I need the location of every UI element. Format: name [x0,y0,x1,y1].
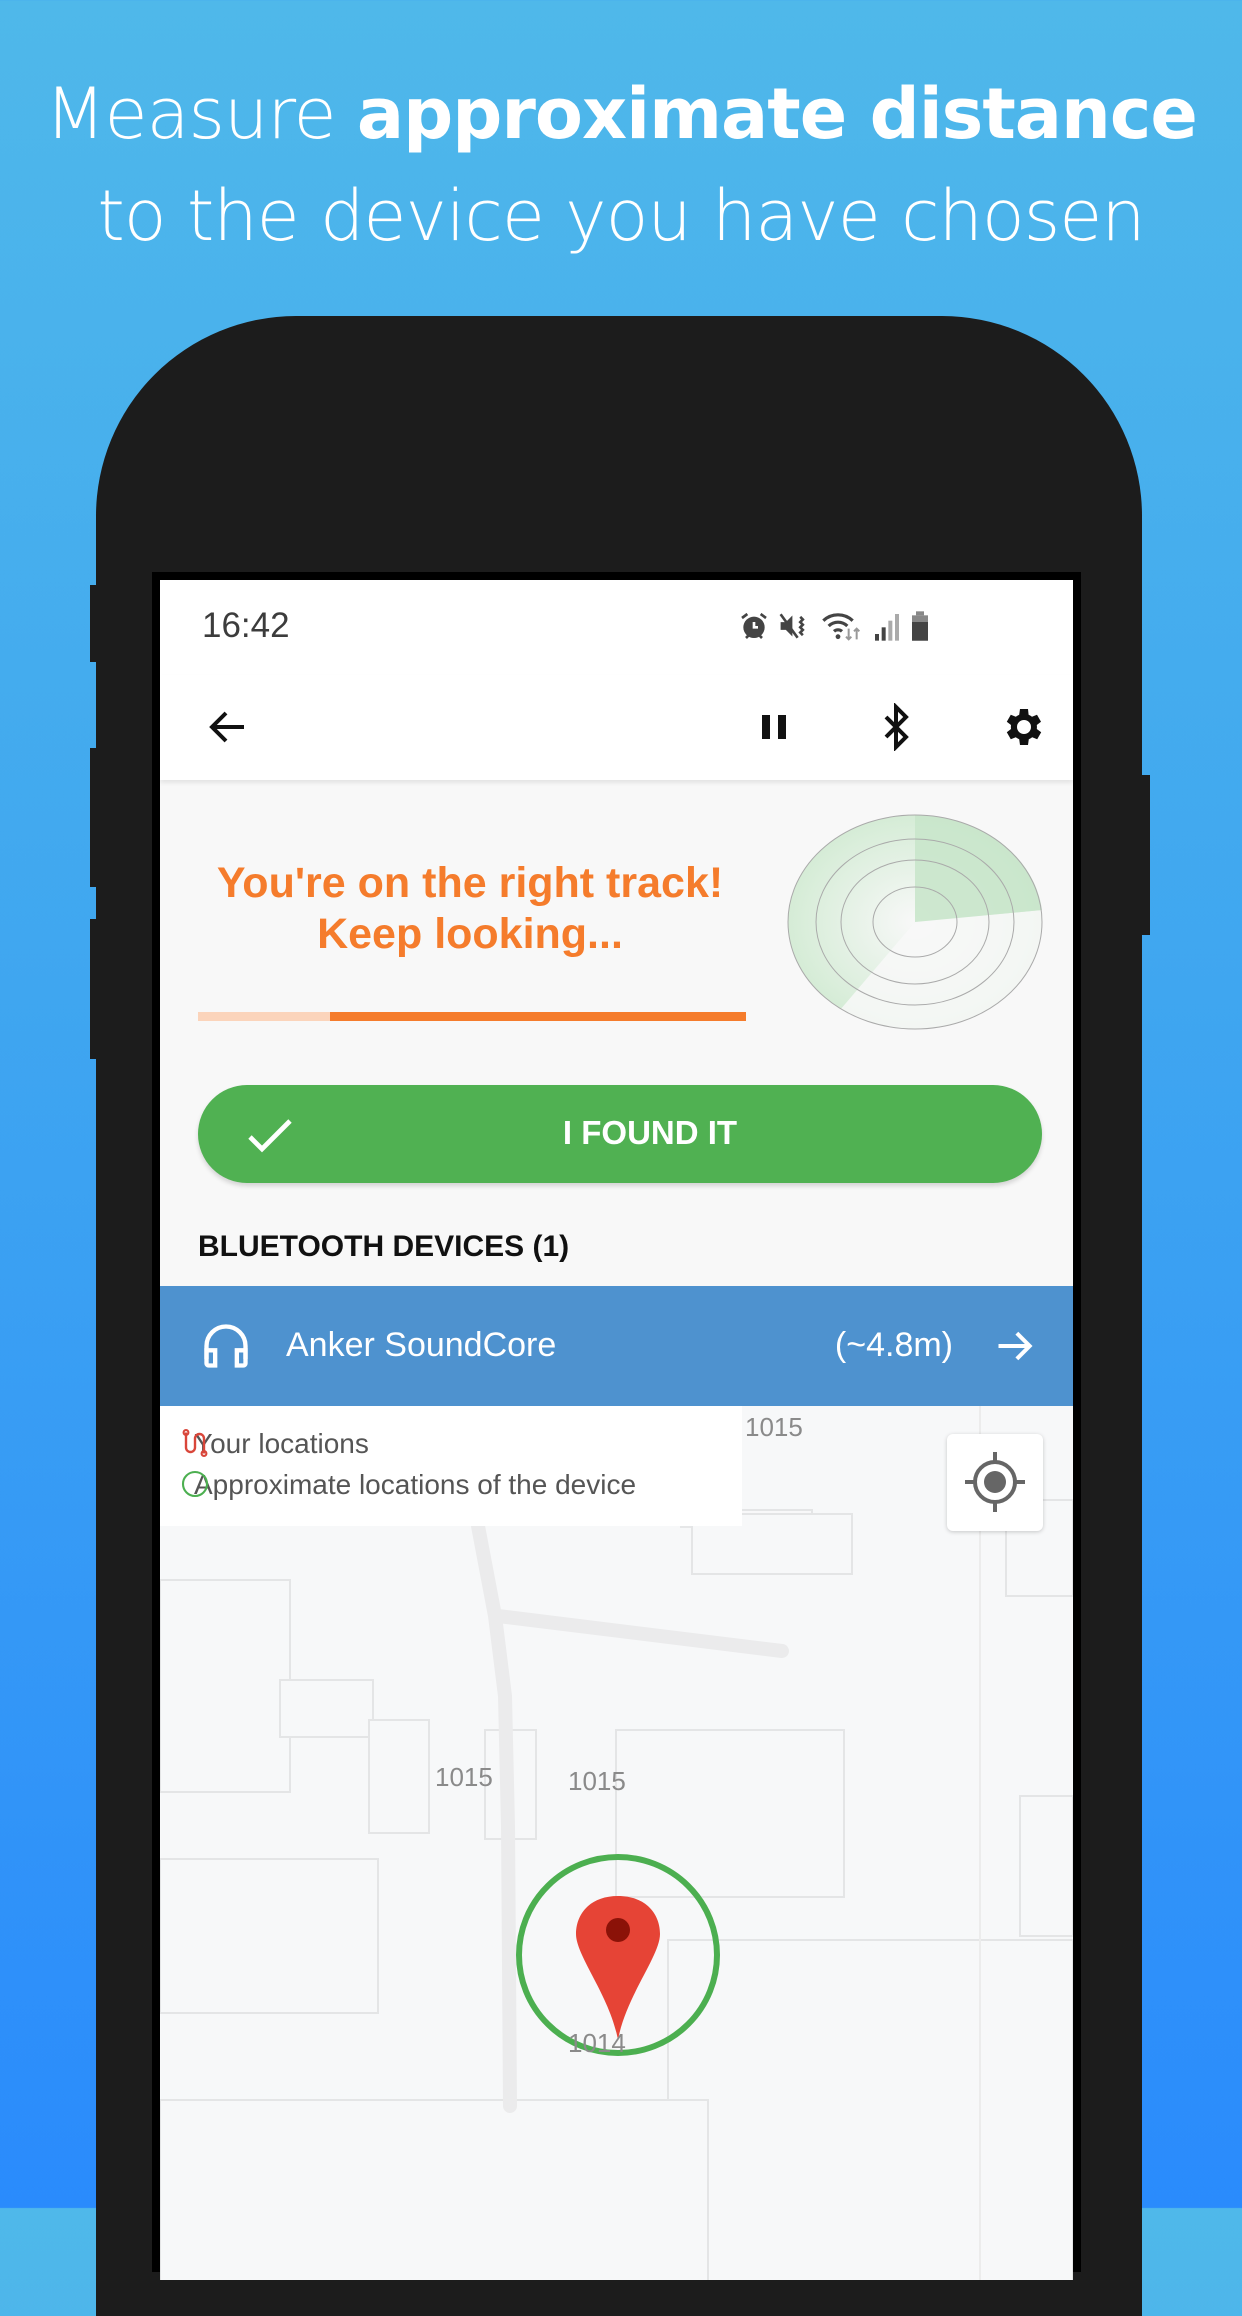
map-building [279,1679,374,1738]
wifi-icon [820,610,864,647]
map-view[interactable]: 1015 1015 1015 1014 Your locations Appro… [160,1406,1073,2280]
back-arrow-icon[interactable] [204,703,252,751]
device-list-item[interactable]: Anker SoundCore (~4.8m) [160,1286,1073,1406]
map-building [368,1719,430,1834]
map-road [491,1609,789,1658]
toolbar [160,675,1073,780]
device-distance: (~4.8m) [834,1326,953,1364]
map-street-number: 1015 [745,1412,803,1442]
phone-side-button [90,919,98,1059]
i-found-it-label: I FOUND IT [562,1114,738,1151]
my-location-button[interactable] [947,1434,1043,1531]
bluetooth-devices-header: BLUETOOTH DEVICES (1) [198,1230,570,1263]
i-found-it-button[interactable]: I FOUND IT [198,1085,1042,1183]
map-building [1019,1795,1073,1937]
headline-emphasis: approximate distance [356,73,1198,155]
phone-side-button [1140,775,1150,935]
tracker-message: You're on the right track! Keep looking.… [216,859,724,958]
map-street-number: 1014 [568,2028,626,2058]
signal-icon [872,610,902,647]
bluetooth-icon[interactable] [872,702,920,752]
map-building [615,1729,845,1898]
status-bar: 16:42 [160,580,1073,675]
map-tiles [160,1406,1073,2280]
location-pin-icon [576,1896,660,2040]
map-building [160,1858,379,2014]
status-time: 16:42 [202,606,290,645]
legend-label: Your locations [194,1428,369,1459]
map-street-number: 1015 [435,1762,493,1792]
battery-icon [910,610,930,647]
map-building [667,1939,1073,2280]
headphones-icon [200,1320,252,1372]
radar-sweep [915,814,1042,922]
map-building [160,1579,291,1793]
phone-side-button [90,585,98,662]
headline-prefix: Measure [45,73,357,155]
app-screen: 16:42 You're on the right track! Keep lo… [160,580,1073,2280]
legend-item-your-locations: Your locations [180,1428,369,1460]
headline-line-2: to the device you have chosen [97,175,1145,257]
radar-graphic [780,810,1050,1034]
status-icons [738,610,930,646]
gear-icon[interactable] [998,703,1046,751]
pause-icon[interactable] [750,703,798,751]
legend-item-device-locations: Approximate locations of the device [180,1469,636,1501]
device-name: Anker SoundCore [286,1326,557,1364]
signal-strength-bar [198,1012,746,1021]
headline-line-1: Measure approximate distance [0,62,1242,166]
map-legend: Your locations Approximate locations of … [160,1406,742,1526]
signal-strength-fill [329,1012,746,1021]
vibrate-mute-icon [778,610,812,647]
map-building [160,2099,709,2280]
phone-side-button [90,748,98,887]
legend-label: Approximate locations of the device [194,1469,637,1500]
map-street-number: 1015 [568,1766,626,1796]
arrow-right-icon[interactable] [993,1324,1037,1368]
my-location-icon [965,1452,1025,1512]
alarm-icon [738,610,770,647]
